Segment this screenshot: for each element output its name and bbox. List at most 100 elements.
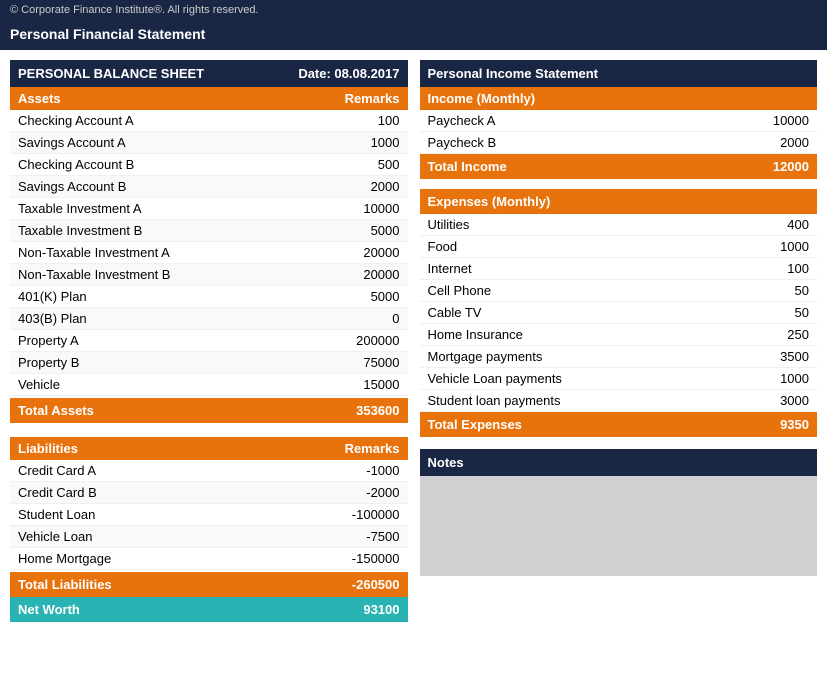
total-assets-label: Total Assets (18, 403, 94, 418)
expense-item-name: Cell Phone (428, 283, 492, 298)
expense-item-value: 1000 (739, 239, 809, 254)
total-income-row: Total Income 12000 (420, 154, 818, 179)
asset-name: Checking Account B (18, 157, 134, 172)
liability-value: -2000 (330, 485, 400, 500)
asset-row: Non-Taxable Investment A 20000 (10, 242, 408, 264)
net-worth-label: Net Worth (18, 602, 80, 617)
balance-sheet-header: PERSONAL BALANCE SHEET Date: 08.08.2017 (10, 60, 408, 87)
income-table: Paycheck A10000Paycheck B2000 (420, 110, 818, 154)
asset-name: Property A (18, 333, 79, 348)
asset-value: 2000 (330, 179, 400, 194)
liabilities-remarks-label: Remarks (345, 441, 400, 456)
expense-row: Mortgage payments 3500 (420, 346, 818, 368)
expense-row: Home Insurance 250 (420, 324, 818, 346)
income-statement-title: Personal Income Statement (428, 66, 599, 81)
liability-row: Home Mortgage -150000 (10, 548, 408, 570)
asset-name: Savings Account B (18, 179, 126, 194)
total-liabilities-label: Total Liabilities (18, 577, 112, 592)
expenses-label: Expenses (Monthly) (428, 194, 551, 209)
total-income-value: 12000 (773, 159, 809, 174)
liability-name: Credit Card A (18, 463, 96, 478)
expense-item-name: Food (428, 239, 458, 254)
expense-item-value: 100 (739, 261, 809, 276)
asset-value: 75000 (330, 355, 400, 370)
liability-row: Credit Card A -1000 (10, 460, 408, 482)
total-liabilities-row: Total Liabilities -260500 (10, 572, 408, 597)
asset-name: Checking Account A (18, 113, 134, 128)
notes-section: Notes (420, 449, 818, 576)
income-label: Income (Monthly) (428, 91, 536, 106)
liability-name: Student Loan (18, 507, 95, 522)
asset-value: 5000 (330, 289, 400, 304)
assets-col-header: Assets Remarks (10, 87, 408, 110)
asset-value: 5000 (330, 223, 400, 238)
liability-row: Vehicle Loan -7500 (10, 526, 408, 548)
liabilities-label: Liabilities (18, 441, 78, 456)
asset-name: Savings Account A (18, 135, 126, 150)
expense-item-name: Utilities (428, 217, 470, 232)
expense-item-name: Student loan payments (428, 393, 561, 408)
asset-name: Vehicle (18, 377, 60, 392)
expense-item-name: Cable TV (428, 305, 482, 320)
net-worth-row: Net Worth 93100 (10, 597, 408, 622)
expense-item-value: 1000 (739, 371, 809, 386)
liability-value: -1000 (330, 463, 400, 478)
left-panel: PERSONAL BALANCE SHEET Date: 08.08.2017 … (10, 60, 408, 622)
liability-row: Student Loan -100000 (10, 504, 408, 526)
assets-label: Assets (18, 91, 61, 106)
asset-row: Taxable Investment A10000 (10, 198, 408, 220)
asset-name: Property B (18, 355, 79, 370)
total-expenses-label: Total Expenses (428, 417, 522, 432)
app-title: Personal Financial Statement (10, 26, 205, 42)
liabilities-table: Credit Card A-1000Credit Card B-2000Stud… (10, 460, 408, 570)
liability-row: Credit Card B-2000 (10, 482, 408, 504)
title-bar: Personal Financial Statement (0, 20, 827, 50)
liabilities-section: Liabilities Remarks Credit Card A-1000Cr… (10, 437, 408, 622)
expense-item-value: 3500 (739, 349, 809, 364)
expense-item-value: 250 (739, 327, 809, 342)
asset-row: Property B 75000 (10, 352, 408, 374)
expense-item-name: Mortgage payments (428, 349, 543, 364)
expense-row: Vehicle Loan payments1000 (420, 368, 818, 390)
asset-row: Vehicle15000 (10, 374, 408, 396)
liability-name: Vehicle Loan (18, 529, 92, 544)
asset-name: Taxable Investment B (18, 223, 142, 238)
notes-body[interactable] (420, 476, 818, 576)
expense-item-name: Home Insurance (428, 327, 523, 342)
asset-row: 403(B) Plan0 (10, 308, 408, 330)
asset-value: 20000 (330, 267, 400, 282)
asset-row: Property A 200000 (10, 330, 408, 352)
expense-row: Cell Phone 50 (420, 280, 818, 302)
total-expenses-row: Total Expenses 9350 (420, 412, 818, 437)
notes-label: Notes (428, 455, 464, 470)
income-item-name: Paycheck B (428, 135, 497, 150)
balance-sheet-date: Date: 08.08.2017 (298, 66, 399, 81)
expense-row: Food 1000 (420, 236, 818, 258)
expense-row: Utilities 400 (420, 214, 818, 236)
asset-name: Non-Taxable Investment B (18, 267, 170, 282)
liability-value: -7500 (330, 529, 400, 544)
expenses-table: Utilities400Food1000Internet100Cell Phon… (420, 214, 818, 412)
asset-name: Non-Taxable Investment A (18, 245, 170, 260)
asset-row: 401(K) Plan 5000 (10, 286, 408, 308)
income-col-header: Income (Monthly) (420, 87, 818, 110)
asset-name: 401(K) Plan (18, 289, 87, 304)
income-statement-header: Personal Income Statement (420, 60, 818, 87)
liability-name: Home Mortgage (18, 551, 111, 566)
asset-name: Taxable Investment A (18, 201, 142, 216)
asset-value: 200000 (330, 333, 400, 348)
liability-value: -100000 (330, 507, 400, 522)
expense-row: Student loan payments3000 (420, 390, 818, 412)
asset-row: Savings Account B 2000 (10, 176, 408, 198)
asset-row: Savings Account A1000 (10, 132, 408, 154)
income-item-value: 10000 (739, 113, 809, 128)
expense-item-value: 400 (739, 217, 809, 232)
income-row: Paycheck B2000 (420, 132, 818, 154)
total-liabilities-value: -260500 (352, 577, 400, 592)
notes-header: Notes (420, 449, 818, 476)
asset-value: 0 (330, 311, 400, 326)
expense-item-value: 50 (739, 283, 809, 298)
asset-value: 20000 (330, 245, 400, 260)
liability-value: -150000 (330, 551, 400, 566)
expense-row: Cable TV50 (420, 302, 818, 324)
